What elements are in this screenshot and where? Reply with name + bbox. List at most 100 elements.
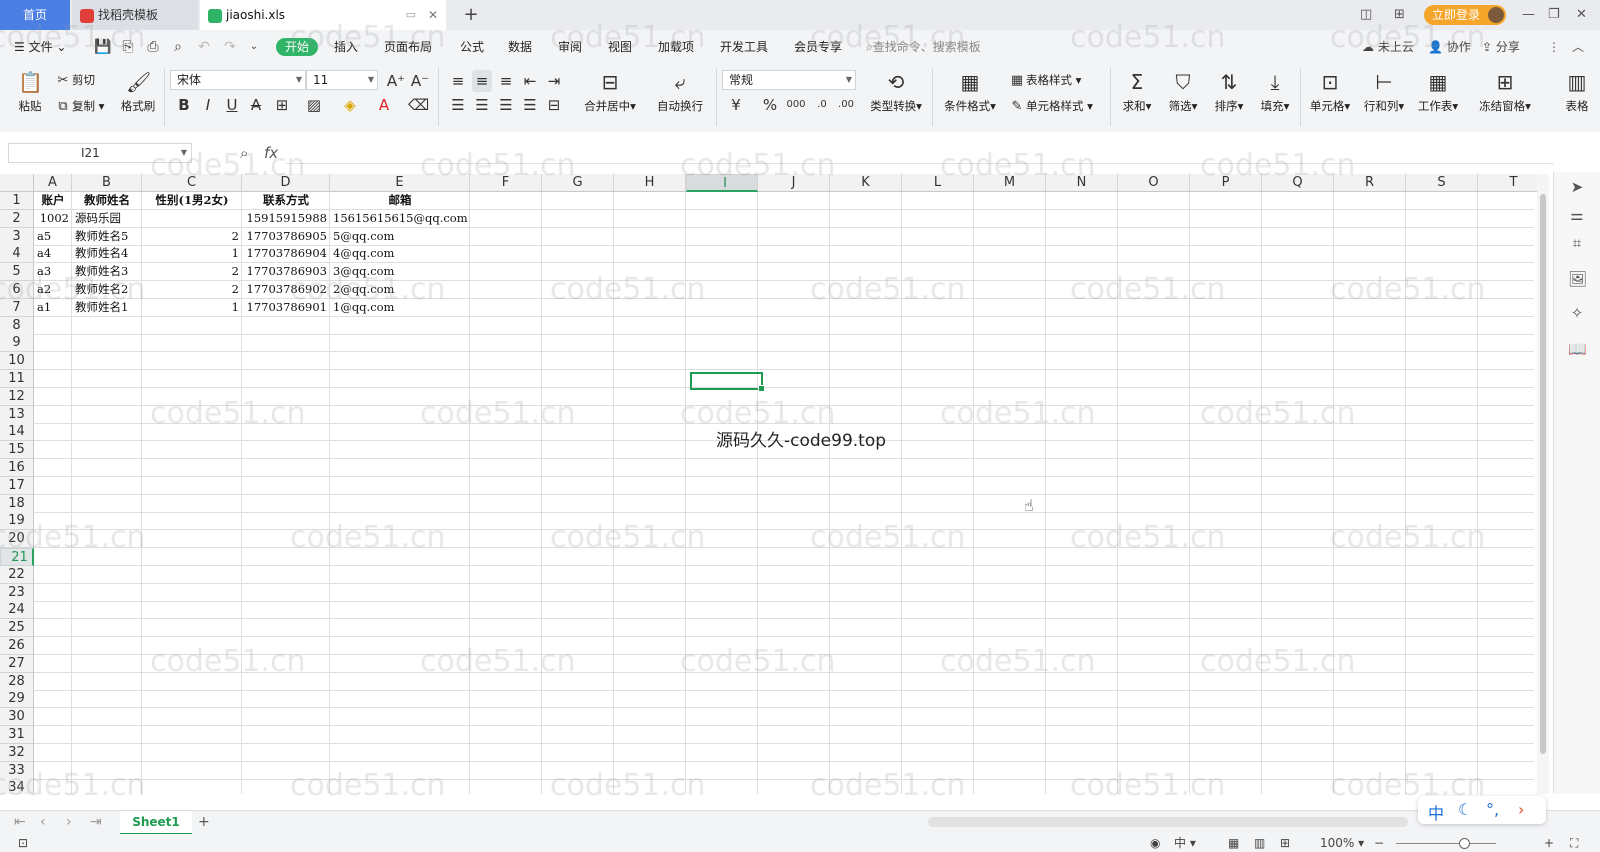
sheet-tab-sheet1[interactable]: Sheet1 bbox=[120, 811, 192, 835]
menu-file[interactable]: ☰ 文件 ⌄ bbox=[14, 30, 66, 64]
table-cell[interactable]: a5 bbox=[37, 228, 69, 245]
table-cell[interactable]: 教师姓名 bbox=[75, 192, 139, 209]
table-cell[interactable]: a3 bbox=[37, 263, 69, 280]
tab-document[interactable]: jiaoshi.xls ▭ ✕ bbox=[200, 0, 446, 30]
font-color-icon[interactable]: A bbox=[374, 94, 394, 116]
merge-center-button[interactable]: ⊟ 合并居中▾ bbox=[580, 70, 640, 114]
pointer-icon[interactable]: ➤ bbox=[1568, 178, 1586, 196]
column-header[interactable]: C bbox=[142, 174, 242, 192]
row-header[interactable]: 22 bbox=[0, 565, 34, 584]
worksheet-button[interactable]: ▦ 工作表▾ bbox=[1414, 70, 1462, 114]
collapse-ribbon-icon[interactable]: ︿ bbox=[1572, 30, 1584, 64]
row-header[interactable]: 31 bbox=[0, 726, 34, 744]
row-header[interactable]: 20 bbox=[0, 530, 34, 549]
italic-icon[interactable]: I bbox=[198, 94, 218, 116]
row-header[interactable]: 18 bbox=[0, 494, 34, 513]
print-icon[interactable]: ⎙ bbox=[145, 39, 161, 55]
share-button[interactable]: ⇪ 分享 bbox=[1482, 30, 1520, 64]
moon-icon[interactable]: ☾ bbox=[1458, 800, 1472, 819]
name-box[interactable]: I21 ▼ bbox=[8, 143, 192, 163]
table-cell[interactable]: 2 bbox=[145, 263, 239, 280]
menu-developer[interactable]: 开发工具 bbox=[720, 30, 768, 64]
thousands-icon[interactable]: 000 bbox=[786, 94, 806, 116]
table-cell[interactable]: 17703786903 bbox=[245, 263, 327, 280]
row-header[interactable]: 17 bbox=[0, 476, 34, 495]
cell-style-button[interactable]: ✎ 单元格样式 ▾ bbox=[1010, 98, 1093, 114]
table-cell[interactable]: 教师姓名1 bbox=[75, 299, 139, 316]
align-left-icon[interactable]: ☰ bbox=[448, 94, 468, 116]
menu-addins[interactable]: 加载项 bbox=[658, 30, 694, 64]
copy-button[interactable]: ⧉ 复制 ▾ bbox=[56, 98, 104, 114]
table-cell[interactable]: 教师姓名2 bbox=[75, 281, 139, 298]
row-col-button[interactable]: ⊢ 行和列▾ bbox=[1360, 70, 1408, 114]
row-header[interactable]: 29 bbox=[0, 690, 34, 709]
column-header[interactable]: F bbox=[470, 174, 542, 192]
prev-sheet-icon[interactable]: ‹ bbox=[40, 814, 46, 830]
cell-button[interactable]: ⊡ 单元格▾ bbox=[1306, 70, 1354, 114]
sum-button[interactable]: Σ 求和▾ bbox=[1118, 70, 1156, 114]
paste-button[interactable]: 📋 粘贴 bbox=[10, 70, 50, 114]
table-cell[interactable]: 教师姓名5 bbox=[75, 228, 139, 245]
login-button[interactable]: 立即登录 bbox=[1424, 5, 1507, 25]
tab-template[interactable]: 找稻壳模板 bbox=[72, 0, 198, 30]
horizontal-scrollbar[interactable] bbox=[928, 817, 1408, 827]
zoom-out-icon[interactable]: − bbox=[1374, 834, 1384, 852]
font-name-select[interactable]: 宋体 ▼ bbox=[170, 70, 306, 90]
zoom-slider-knob[interactable] bbox=[1459, 838, 1470, 849]
align-right-icon[interactable]: ☰ bbox=[496, 94, 516, 116]
zoom-search-icon[interactable]: ⌕ bbox=[240, 144, 248, 162]
row-header[interactable]: 11 bbox=[0, 370, 34, 388]
row-header[interactable]: 19 bbox=[0, 512, 34, 531]
table-cell[interactable]: 2 bbox=[145, 228, 239, 245]
table-cell[interactable]: a4 bbox=[37, 245, 69, 262]
table-cell[interactable]: 教师姓名3 bbox=[75, 263, 139, 280]
menu-member[interactable]: 会员专享 bbox=[794, 30, 842, 64]
table-cell[interactable] bbox=[145, 210, 239, 227]
page-layout-view-icon[interactable]: ▥ bbox=[1254, 834, 1265, 852]
strikethrough-icon[interactable]: A bbox=[246, 94, 266, 116]
row-header[interactable]: 14 bbox=[0, 423, 34, 442]
currency-icon[interactable]: ¥ bbox=[726, 94, 746, 116]
column-header[interactable]: J bbox=[758, 174, 830, 192]
active-cell-selection[interactable] bbox=[690, 372, 765, 392]
spreadsheet-grid[interactable]: A B C D E F G H I J K L M N O P Q R S T 1 2 3 4 5 6 7 8 9 10 11 12 13 14 1… bbox=[0, 174, 1540, 794]
column-header[interactable]: E bbox=[330, 174, 470, 192]
table-cell[interactable]: 1 bbox=[145, 245, 239, 262]
macro-icon[interactable]: ⊡ bbox=[18, 834, 28, 852]
bold-icon[interactable]: B bbox=[174, 94, 194, 116]
column-header[interactable]: I bbox=[686, 174, 758, 192]
punctuation-icon[interactable]: °, bbox=[1486, 800, 1499, 819]
compass-icon[interactable]: ✧ bbox=[1568, 304, 1586, 322]
row-header[interactable]: 12 bbox=[0, 387, 34, 406]
wrap-text-button[interactable]: ⤶ 自动换行 bbox=[652, 70, 708, 114]
row-header[interactable]: 26 bbox=[0, 637, 34, 655]
freeze-panes-button[interactable]: ⊞ 冻结窗格▾ bbox=[1476, 70, 1534, 114]
table-cell[interactable]: 3@qq.com bbox=[333, 263, 467, 280]
preview-icon[interactable]: ⌕ bbox=[170, 39, 186, 55]
table-cell[interactable]: 17703786901 bbox=[245, 299, 327, 316]
indent-increase-icon[interactable]: ⇥ bbox=[544, 70, 564, 92]
more-icon[interactable]: ⌄ bbox=[246, 39, 262, 55]
new-tab-button[interactable]: + bbox=[456, 0, 486, 30]
underline-icon[interactable]: U bbox=[222, 94, 242, 116]
table-cell[interactable]: 15615615615@qq.com bbox=[333, 210, 468, 227]
table-cell[interactable]: 源码乐园 bbox=[75, 210, 139, 227]
layout-icon[interactable]: ◫ bbox=[1360, 0, 1372, 30]
column-header[interactable]: O bbox=[1118, 174, 1190, 192]
type-convert-button[interactable]: ⟲ 类型转换▾ bbox=[864, 70, 928, 114]
row-header[interactable]: 8 bbox=[0, 316, 34, 335]
column-header[interactable]: D bbox=[242, 174, 330, 192]
scroll-thumb[interactable] bbox=[1540, 194, 1546, 754]
decrease-font-icon[interactable]: A⁻ bbox=[410, 70, 430, 92]
row-header[interactable]: 4 bbox=[0, 245, 34, 264]
minimize-icon[interactable]: — bbox=[1522, 0, 1535, 30]
table-cell[interactable]: 17703786904 bbox=[245, 245, 327, 262]
table-style-button[interactable]: ▦ 表格样式 ▾ bbox=[1010, 72, 1082, 88]
column-header[interactable]: A bbox=[34, 174, 72, 192]
cell-fill-pattern-icon[interactable]: ▨ bbox=[304, 94, 324, 116]
save-icon[interactable]: 💾 bbox=[94, 39, 111, 55]
percent-icon[interactable]: % bbox=[760, 94, 780, 116]
clear-format-icon[interactable]: ⌫ bbox=[408, 94, 429, 116]
image-icon[interactable]: 🖼 bbox=[1568, 270, 1587, 288]
row-header[interactable]: 25 bbox=[0, 619, 34, 638]
